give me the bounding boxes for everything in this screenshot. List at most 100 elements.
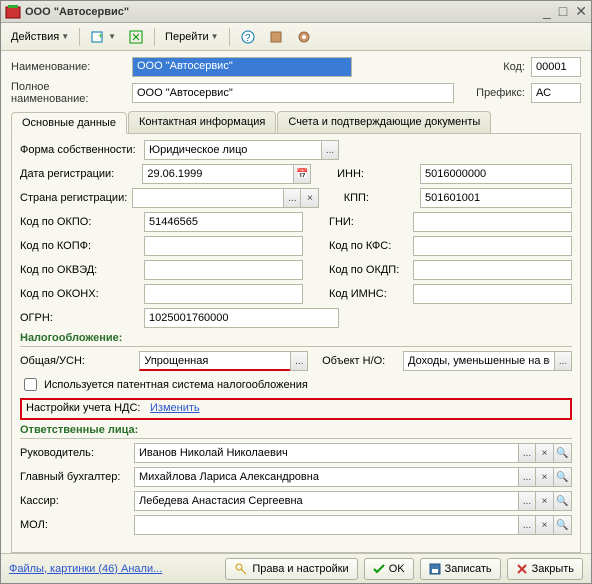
cashier-clear-button[interactable]: × xyxy=(536,491,554,511)
tax-object-label: Объект Н/О: xyxy=(322,355,399,367)
tax-section-head: Налогообложение: xyxy=(20,332,572,347)
close-window-button[interactable]: ✕ xyxy=(575,3,587,20)
prefix-input[interactable] xyxy=(531,83,581,103)
tax-system-input[interactable] xyxy=(139,351,290,371)
acc-label: Главный бухгалтер: xyxy=(20,471,130,483)
tab-accounts[interactable]: Счета и подтверждающие документы xyxy=(277,111,491,133)
reg-date-calendar-button[interactable]: 📅 xyxy=(293,164,311,184)
tax-object-input[interactable] xyxy=(403,351,554,371)
fullname-input[interactable] xyxy=(132,83,454,103)
name-label: Наименование: xyxy=(11,61,126,73)
goto-menu[interactable]: Перейти ▼ xyxy=(161,29,223,45)
mol-search-button[interactable]: 🔍 xyxy=(554,515,572,535)
okved-input[interactable] xyxy=(144,260,303,280)
kpp-label: КПП: xyxy=(344,192,416,204)
kopf-input[interactable] xyxy=(144,236,303,256)
acc-select-button[interactable]: ... xyxy=(518,467,536,487)
okpo-label: Код по ОКПО: xyxy=(20,216,140,228)
code-label: Код: xyxy=(503,61,525,73)
head-select-button[interactable]: ... xyxy=(518,443,536,463)
save-button[interactable]: Записать xyxy=(420,558,501,580)
svg-text:?: ? xyxy=(245,33,251,44)
okonx-label: Код по ОКОНХ: xyxy=(20,288,140,300)
inn-input[interactable] xyxy=(420,164,572,184)
imns-label: Код ИМНС: xyxy=(329,288,409,300)
okdp-label: Код по ОКДП: xyxy=(329,264,409,276)
tool-add-icon[interactable]: +▼ xyxy=(86,27,120,47)
vat-settings-label: Настройки учета НДС: xyxy=(26,402,146,414)
inn-label: ИНН: xyxy=(337,168,416,180)
tabs: Основные данные Контактная информация Сч… xyxy=(11,111,581,133)
fullname-label: Полное наименование: xyxy=(11,81,126,105)
key-icon xyxy=(234,562,248,576)
cashier-search-button[interactable]: 🔍 xyxy=(554,491,572,511)
acc-search-button[interactable]: 🔍 xyxy=(554,467,572,487)
head-search-button[interactable]: 🔍 xyxy=(554,443,572,463)
acc-input[interactable] xyxy=(134,467,518,487)
tool-refresh-icon[interactable] xyxy=(124,27,148,47)
check-icon xyxy=(373,563,385,575)
tab-main[interactable]: Основные данные xyxy=(11,112,127,134)
ogrn-label: ОГРН: xyxy=(20,312,140,324)
window-title: ООО "Автосервис" xyxy=(25,6,543,18)
mol-label: МОЛ: xyxy=(20,519,130,531)
code-input[interactable] xyxy=(531,57,581,77)
tool-gear-icon[interactable] xyxy=(292,27,316,47)
cashier-select-button[interactable]: ... xyxy=(518,491,536,511)
maximize-button[interactable]: □ xyxy=(559,3,567,20)
ok-button[interactable]: OK xyxy=(364,558,414,580)
mol-select-button[interactable]: ... xyxy=(518,515,536,535)
tab-body-main: Форма собственности: ... Дата регистраци… xyxy=(11,133,581,553)
reg-country-label: Страна регистрации: xyxy=(20,192,128,204)
acc-clear-button[interactable]: × xyxy=(536,467,554,487)
close-button[interactable]: Закрыть xyxy=(507,558,583,580)
titlebar: ООО "Автосервис" _ □ ✕ xyxy=(1,1,591,23)
minimize-button[interactable]: _ xyxy=(543,3,551,20)
vat-change-link[interactable]: Изменить xyxy=(150,402,200,414)
patent-label: Используется патентная система налогообл… xyxy=(44,379,308,391)
kfs-input[interactable] xyxy=(413,236,572,256)
prefix-label: Префикс: xyxy=(476,87,525,99)
owner-form-select-button[interactable]: ... xyxy=(321,140,339,160)
okved-label: Код по ОКВЭД: xyxy=(20,264,140,276)
gni-label: ГНИ: xyxy=(329,216,409,228)
tax-system-label: Общая/УСН: xyxy=(20,355,135,367)
actions-menu[interactable]: Действия ▼ xyxy=(7,29,73,45)
head-label: Руководитель: xyxy=(20,447,130,459)
owner-form-input[interactable] xyxy=(144,140,321,160)
reg-date-label: Дата регистрации: xyxy=(20,168,138,180)
cashier-input[interactable] xyxy=(134,491,518,511)
owner-form-label: Форма собственности: xyxy=(20,144,140,156)
okonx-input[interactable] xyxy=(144,284,303,304)
mol-clear-button[interactable]: × xyxy=(536,515,554,535)
name-input[interactable]: ООО "Автосервис" xyxy=(132,57,352,77)
tax-object-select-button[interactable]: ... xyxy=(554,351,572,371)
tab-contact[interactable]: Контактная информация xyxy=(128,111,276,133)
gni-input[interactable] xyxy=(413,212,572,232)
imns-input[interactable] xyxy=(413,284,572,304)
files-link[interactable]: Файлы, картинки (46) Анали... xyxy=(9,563,162,575)
app-icon xyxy=(5,4,21,20)
tool-book-icon[interactable] xyxy=(264,27,288,47)
rights-button[interactable]: Права и настройки xyxy=(225,558,357,580)
head-input[interactable] xyxy=(134,443,518,463)
svg-text:+: + xyxy=(98,31,103,41)
cashier-label: Кассир: xyxy=(20,495,130,507)
reg-date-input[interactable] xyxy=(142,164,293,184)
patent-checkbox[interactable] xyxy=(24,378,37,391)
close-icon xyxy=(516,563,528,575)
okpo-input[interactable] xyxy=(144,212,303,232)
ogrn-input[interactable] xyxy=(144,308,339,328)
reg-country-clear-button[interactable]: × xyxy=(301,188,319,208)
head-clear-button[interactable]: × xyxy=(536,443,554,463)
persons-section-head: Ответственные лица: xyxy=(20,424,572,439)
mol-input[interactable] xyxy=(134,515,518,535)
reg-country-input[interactable] xyxy=(132,188,283,208)
kpp-input[interactable] xyxy=(420,188,572,208)
kfs-label: Код по КФС: xyxy=(329,240,409,252)
help-icon[interactable]: ? xyxy=(236,27,260,47)
okdp-input[interactable] xyxy=(413,260,572,280)
save-icon xyxy=(429,563,441,575)
reg-country-select-button[interactable]: ... xyxy=(283,188,301,208)
tax-system-select-button[interactable]: ... xyxy=(290,351,308,371)
